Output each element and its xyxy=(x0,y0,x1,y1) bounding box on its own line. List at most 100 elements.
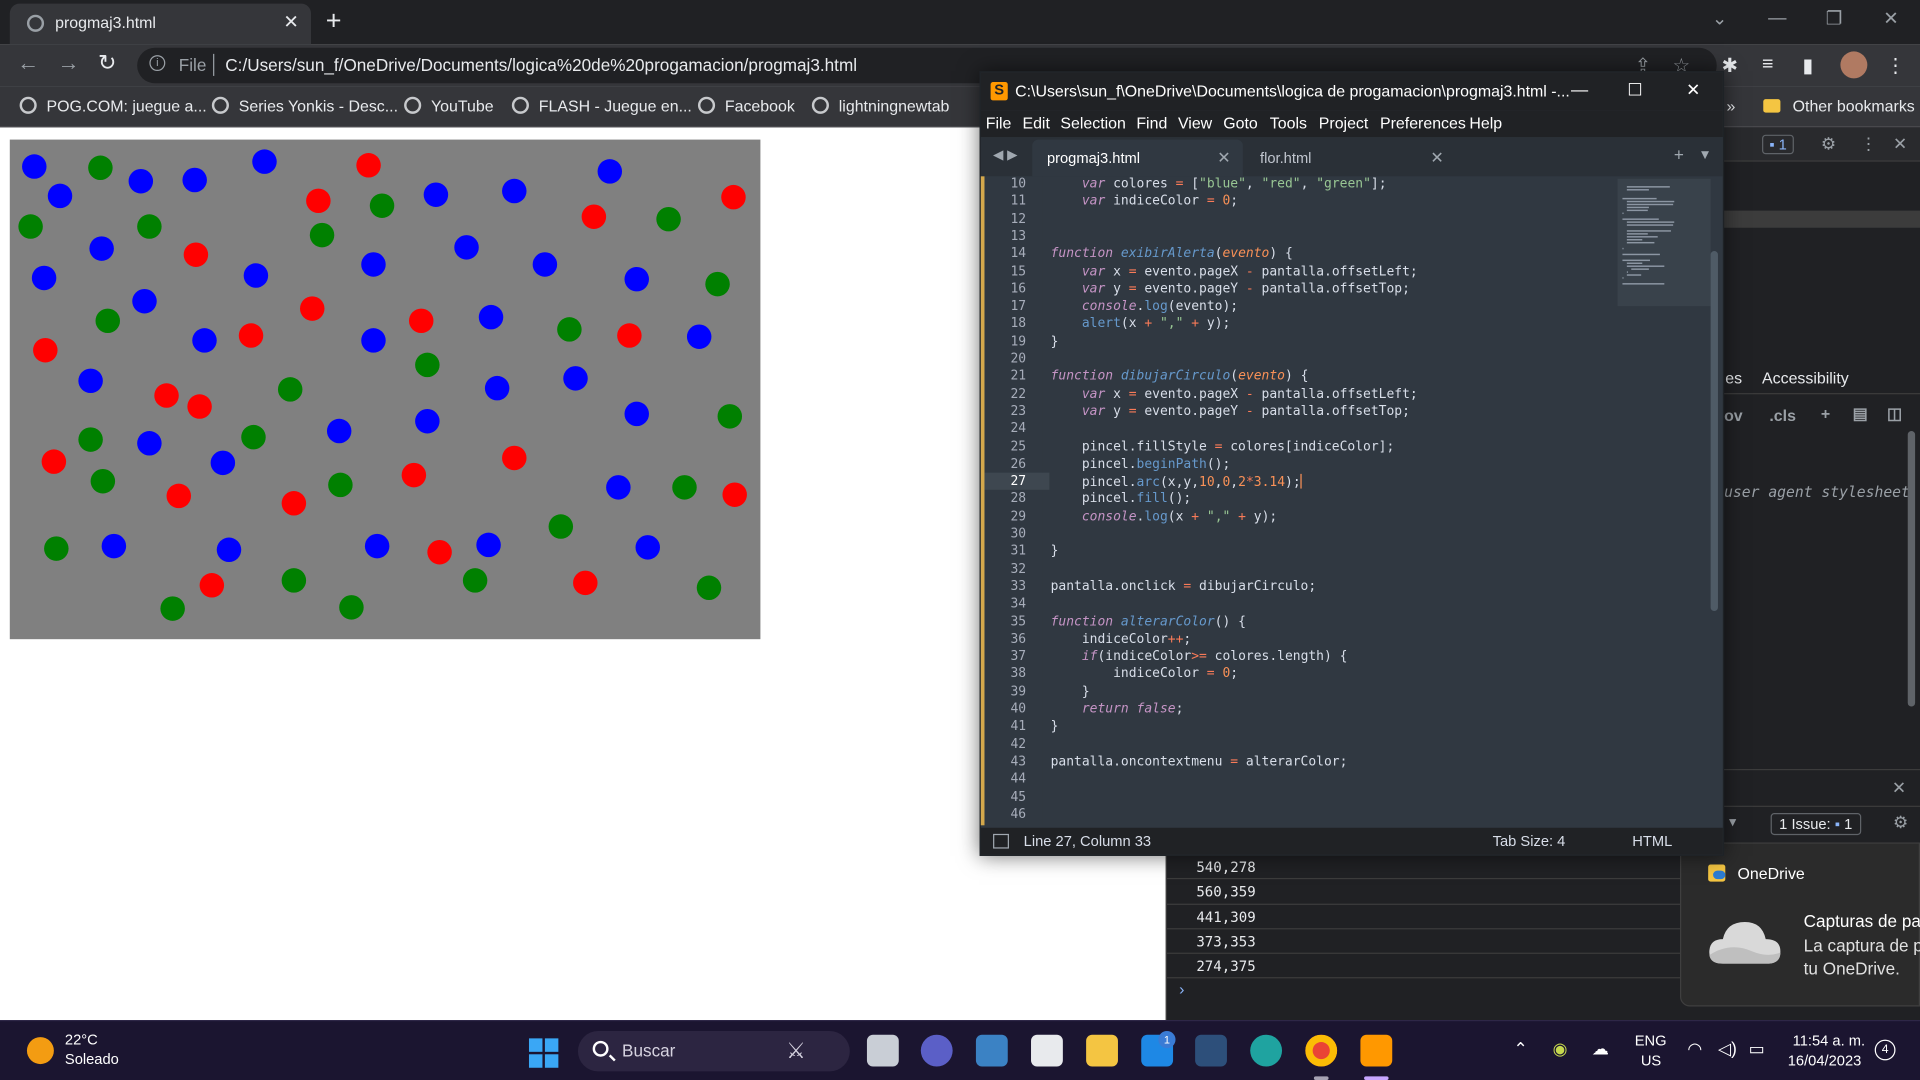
volume-icon[interactable]: ◁) xyxy=(1718,1038,1737,1059)
bookmark-item[interactable]: POG.COM: juegue a... xyxy=(19,96,207,115)
menu-goto[interactable]: Goto xyxy=(1223,114,1258,132)
chrome-icon[interactable] xyxy=(1305,1034,1338,1067)
code-editor[interactable]: var colores = ["blue", "red", "green"]; … xyxy=(1042,176,1613,825)
cls-toggle[interactable]: .cls xyxy=(1769,407,1796,425)
clock-date[interactable]: 16/04/2023 xyxy=(1788,1052,1862,1069)
menu-kebab-icon[interactable]: ⋮ xyxy=(1886,54,1906,78)
tab-partial[interactable]: es xyxy=(1725,369,1742,387)
forward-icon[interactable]: → xyxy=(58,50,80,76)
console-settings-icon[interactable]: ⚙ xyxy=(1893,812,1908,833)
reload-icon[interactable]: ↻ xyxy=(98,50,116,76)
menu-view[interactable]: View xyxy=(1178,114,1212,132)
close-window-icon[interactable]: ✕ xyxy=(1883,7,1898,30)
wifi-icon[interactable]: ◠ xyxy=(1687,1038,1702,1059)
close-drawer-icon[interactable]: ✕ xyxy=(1892,778,1906,799)
notification-count[interactable]: 4 xyxy=(1874,1039,1896,1061)
edge-icon[interactable] xyxy=(1250,1034,1283,1067)
clock-time[interactable]: 11:54 a. m. xyxy=(1793,1032,1865,1049)
close-tab-icon[interactable]: ✕ xyxy=(1430,148,1443,168)
styles-scrollbar[interactable] xyxy=(1905,421,1917,764)
teams-chat-icon[interactable] xyxy=(920,1034,953,1067)
code-line: indiceColor = 0; xyxy=(1050,666,1239,682)
onedrive-notification[interactable]: OneDrive Capturas de pa La captura de p … xyxy=(1680,842,1920,1007)
sun-icon[interactable] xyxy=(26,1037,54,1065)
tab-list-dropdown-icon[interactable]: ▼ xyxy=(1698,148,1711,163)
line-number: 12 xyxy=(1010,211,1027,227)
sublime-text-icon[interactable] xyxy=(1360,1034,1393,1067)
app-icon[interactable] xyxy=(1195,1034,1227,1067)
maximize-icon[interactable]: ☐ xyxy=(1627,80,1642,101)
tray-app-icon[interactable]: ◉ xyxy=(1553,1038,1568,1059)
menu-project[interactable]: Project xyxy=(1319,114,1369,132)
issues-badge[interactable]: ▪ 1 xyxy=(1762,134,1795,155)
windows-start-icon[interactable] xyxy=(528,1038,559,1068)
editor-scrollbar[interactable] xyxy=(1710,251,1718,612)
tab-size[interactable]: Tab Size: 4 xyxy=(1493,833,1566,850)
minimap[interactable] xyxy=(1615,176,1713,311)
sublime-titlebar[interactable]: C:\Users\sun_f\OneDrive\Documents\logica… xyxy=(980,72,1723,111)
bookmark-item[interactable]: Facebook xyxy=(697,96,795,115)
close-tab-icon[interactable]: ✕ xyxy=(283,11,298,33)
weather-temperature[interactable]: 22°C xyxy=(65,1031,98,1048)
sidebar-toggle-icon[interactable]: ◫ xyxy=(1887,404,1902,424)
side-panel-icon[interactable]: ▮ xyxy=(1802,54,1813,78)
battery-icon[interactable]: ▭ xyxy=(1749,1038,1765,1059)
editor-tab-progmaj3[interactable]: progmaj3.html ✕ xyxy=(1032,139,1243,177)
close-devtools-icon[interactable]: ✕ xyxy=(1893,133,1907,154)
menu-edit[interactable]: Edit xyxy=(1022,114,1049,132)
language-indicator[interactable]: ENG xyxy=(1635,1032,1667,1049)
add-rule-icon[interactable]: + xyxy=(1821,404,1830,422)
bookmark-item[interactable]: YouTube xyxy=(404,96,494,115)
file-explorer-icon[interactable] xyxy=(1086,1034,1118,1067)
menu-preferences[interactable]: Preferences xyxy=(1380,114,1466,132)
close-window-icon[interactable]: ✕ xyxy=(1686,80,1700,101)
canvas-circle-green xyxy=(95,308,121,334)
bookmark-item[interactable]: lightningnewtab xyxy=(811,96,949,115)
code-line: console.log(x + "," + y); xyxy=(1081,509,1278,524)
drawing-canvas[interactable] xyxy=(9,139,761,640)
levels-dropdown-icon[interactable]: ▾ xyxy=(1729,813,1736,830)
hov-toggle[interactable]: ov xyxy=(1724,407,1743,425)
weather-condition[interactable]: Soleado xyxy=(65,1051,119,1068)
devtools-menu-icon[interactable]: ⋮ xyxy=(1860,133,1877,154)
tab-accessibility[interactable]: Accessibility xyxy=(1762,369,1849,387)
browser-tab[interactable]: progmaj3.html ✕ xyxy=(9,3,312,45)
panel-toggle-icon[interactable] xyxy=(993,833,1009,849)
notepad-icon[interactable] xyxy=(975,1034,1008,1067)
minimize-icon[interactable]: — xyxy=(1571,80,1588,100)
taskbar-search[interactable]: Buscar ⚔ xyxy=(577,1031,850,1072)
syntax-mode[interactable]: HTML xyxy=(1632,833,1672,850)
store-icon[interactable] xyxy=(1031,1034,1063,1067)
menu-find[interactable]: Find xyxy=(1136,114,1167,132)
new-tab-button[interactable]: + xyxy=(326,5,342,37)
back-icon[interactable]: ← xyxy=(17,50,39,76)
menu-tools[interactable]: Tools xyxy=(1270,114,1307,132)
menu-file[interactable]: File xyxy=(986,114,1012,132)
address-url[interactable]: C:/Users/sun_f/OneDrive/Documents/logica… xyxy=(225,55,857,75)
bookmarks-overflow[interactable]: » xyxy=(1727,97,1736,115)
settings-gear-icon[interactable]: ⚙ xyxy=(1821,133,1836,154)
tray-overflow-icon[interactable]: ⌃ xyxy=(1513,1038,1527,1059)
restore-icon[interactable]: ❐ xyxy=(1826,7,1842,30)
minimize-icon[interactable]: — xyxy=(1768,7,1786,28)
console-prompt[interactable]: › xyxy=(1179,980,1184,998)
bookmark-item[interactable]: FLASH - Juegue en... xyxy=(511,96,692,115)
menu-help[interactable]: Help xyxy=(1469,114,1502,132)
tab-search-icon[interactable]: ⌄ xyxy=(1712,7,1727,30)
computed-icon[interactable]: ▤ xyxy=(1853,404,1868,424)
other-bookmarks[interactable]: Other bookmarks xyxy=(1763,97,1915,115)
task-view-icon[interactable] xyxy=(866,1034,899,1067)
onedrive-tray-icon[interactable]: ☁ xyxy=(1592,1038,1609,1059)
menu-selection[interactable]: Selection xyxy=(1060,114,1125,132)
info-icon[interactable]: i xyxy=(149,55,166,72)
reading-list-icon[interactable]: ≡ xyxy=(1762,54,1773,76)
new-tab-plus-icon[interactable]: + xyxy=(1674,144,1684,164)
extensions-icon[interactable]: ✱ xyxy=(1722,54,1738,78)
editor-tab-flor[interactable]: flor.html ✕ xyxy=(1245,140,1456,177)
tab-nav-arrows-icon[interactable]: ◀ ▶ xyxy=(993,147,1017,163)
bookmark-item[interactable]: Series Yonkis - Desc... xyxy=(211,96,398,115)
close-tab-icon[interactable]: ✕ xyxy=(1217,148,1230,168)
issues-counter[interactable]: 1 Issue: ▪ 1 xyxy=(1770,813,1861,836)
profile-avatar[interactable] xyxy=(1840,51,1868,79)
language-region[interactable]: US xyxy=(1641,1052,1661,1069)
